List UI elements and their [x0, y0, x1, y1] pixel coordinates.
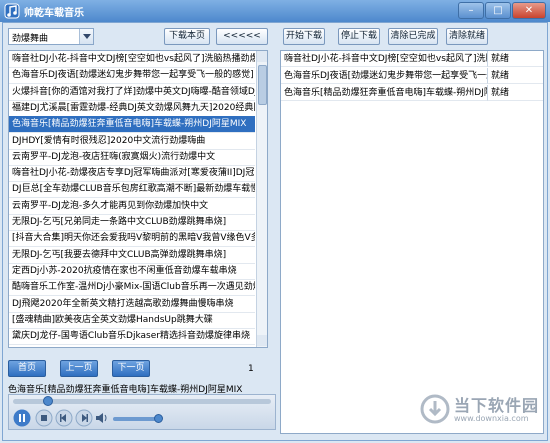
stop-icon[interactable]	[35, 409, 53, 427]
start-download-button[interactable]: 开始下载	[283, 28, 325, 45]
volume-knob[interactable]	[154, 414, 163, 423]
song-list-item[interactable]: DJHDY[爱情有时很残忍]2020中文流行劲爆嗨曲	[9, 133, 255, 150]
media-player	[8, 394, 276, 430]
song-list-item[interactable]: 酷嗨音乐工作室-温州Dj小豪Mix-国语Club音乐再一次遇见劲爆超越	[9, 279, 255, 297]
download-queue-list[interactable]: 嗨音社DJ小花-抖音中文DJ榜[空空如也vs起风了]洗脑热 就绪 色海音乐DJ夜语[…	[280, 50, 544, 434]
song-list-item[interactable]: DJ巨总[全车劲爆CLUB音乐包房红歌高潮不断]最新劲爆车载慢摇串	[9, 181, 255, 199]
queue-item-status: 就绪	[487, 68, 543, 84]
pause-icon[interactable]	[13, 409, 31, 427]
song-list-item[interactable]: 色海音乐DJ夜语[劲爆迷幻鬼步舞带您一起享受飞一般的感觉]	[9, 67, 255, 85]
title-bar: 帅乾车载音乐 – □ ✕	[0, 0, 550, 22]
queue-item-status: 就绪	[487, 85, 543, 101]
song-list-item[interactable]: 嗨音社DJ小花-抖音中文DJ榜[空空如也vs起风了]洗脑热播劲爆中文	[9, 51, 255, 68]
song-list-item[interactable]: 云南罗平-DJ龙泡-夜店狂嗨(寂寞烟火)流行劲爆中文	[9, 149, 255, 166]
window-title: 帅乾车载音乐	[24, 8, 84, 19]
song-list-item[interactable]: 火爆抖音[你的酒馆对我打了烊]劲爆中英文DJ嗨曝-酷音领域DJ龙仔	[9, 84, 255, 101]
page-number: 1	[248, 364, 254, 374]
seek-bar[interactable]	[13, 396, 271, 406]
speaker-icon[interactable]	[95, 409, 109, 427]
scroll-up-arrow-icon[interactable]	[257, 51, 267, 62]
song-list-item[interactable]: 黛庆DJ龙仔-国粤语Club音乐Djkaser精选抖音劲爆旋律串烧	[9, 328, 255, 346]
song-list-item[interactable]: 无限DJ-乞丐[我要去德拜中文CLUB高弹劲爆跳舞串烧]	[9, 247, 255, 264]
chevron-down-icon[interactable]	[79, 29, 93, 44]
minimize-button[interactable]: –	[458, 2, 484, 19]
song-list-item[interactable]: [盛魂精曲]欧美夜店全英文劲爆HandsUp跳舞大碟	[9, 312, 255, 329]
watermark: 当下软件园 www.downxia.com	[420, 392, 550, 432]
seek-knob[interactable]	[42, 396, 53, 406]
scroll-down-arrow-icon[interactable]	[257, 335, 267, 346]
song-list-item[interactable]: DJ飛飔2020年全新英文精打迭越高歌劲爆舞曲慢嗨串烧	[9, 296, 255, 313]
watermark-text: 当下软件园	[454, 396, 540, 415]
watermark-url: www.downxia.com	[454, 414, 529, 423]
previous-track-icon[interactable]	[55, 409, 73, 427]
next-track-icon[interactable]	[75, 409, 93, 427]
song-list-scrollbar[interactable]	[256, 51, 267, 347]
queue-item-name[interactable]: 色海音乐DJ夜语[劲爆迷幻鬼步舞带您一起享受飞一般的	[281, 68, 487, 84]
download-logo-icon	[420, 394, 450, 424]
next-page-button[interactable]: 下一页	[112, 360, 150, 377]
app-music-icon	[4, 3, 20, 19]
queue-item-name[interactable]: 色海音乐[精品劲爆狂奔重低音电嗨]车载蝶-朔州DJ阿星	[281, 85, 487, 101]
stop-download-button[interactable]: 停止下载	[338, 28, 380, 45]
queue-item-name[interactable]: 嗨音社DJ小花-抖音中文DJ榜[空空如也vs起风了]洗脑热	[281, 51, 487, 67]
back-button[interactable]: <<<<<	[216, 28, 268, 45]
download-page-button[interactable]: 下载本页	[164, 28, 210, 45]
maximize-button[interactable]: □	[485, 2, 511, 19]
song-list-item[interactable]: 无限DJ-乞丐[兄弟同走一条路中文CLUB劲爆跳舞串烧]	[9, 214, 255, 231]
scrollbar-thumb[interactable]	[258, 65, 267, 105]
song-list-item[interactable]: 云南罗平-DJ龙泡-多久才能再见到你劲爆加快中文	[9, 198, 255, 215]
clear-completed-button[interactable]: 清除已完成	[388, 28, 438, 45]
song-list-item[interactable]: 福建DJ尤溪晨[雷霆劲爆-经典DJ英文劲爆风舞九天]2020经典回味	[9, 100, 255, 117]
volume-slider[interactable]	[113, 414, 163, 423]
first-page-button[interactable]: 首页	[8, 360, 46, 377]
song-list-item[interactable]: 色海音乐[精品劲爆狂奔重低音电嗨]车载蝶-朔州DJ阿星MIX	[9, 116, 255, 134]
category-select[interactable]: 劲爆舞曲	[8, 28, 94, 45]
queue-item-status: 就绪	[487, 51, 543, 67]
prev-page-button[interactable]: 上一页	[60, 360, 98, 377]
song-list[interactable]: 嗨音社DJ小花-抖音中文DJ榜[空空如也vs起风了]洗脑热播劲爆中文 色海音乐DJ…	[8, 50, 268, 348]
song-list-item[interactable]: 嗨音社DJ小花-劲爆夜店专享DJ冠军嗨曲派对[寒爱夜蒲II]DJ冠军嗨	[9, 165, 255, 183]
close-button[interactable]: ✕	[512, 2, 546, 19]
song-list-item[interactable]: [抖音大合集]明天你还会爱我吗V黎明前的黑暗V我曾V缘色V多想在	[9, 230, 255, 248]
clear-ready-button[interactable]: 清除就绪	[446, 28, 488, 45]
category-select-value: 劲爆舞曲	[12, 34, 49, 44]
song-list-item[interactable]: 定西Dj小苏-2020抗疫情在家也不闲重低音劲爆车载串烧	[9, 263, 255, 280]
